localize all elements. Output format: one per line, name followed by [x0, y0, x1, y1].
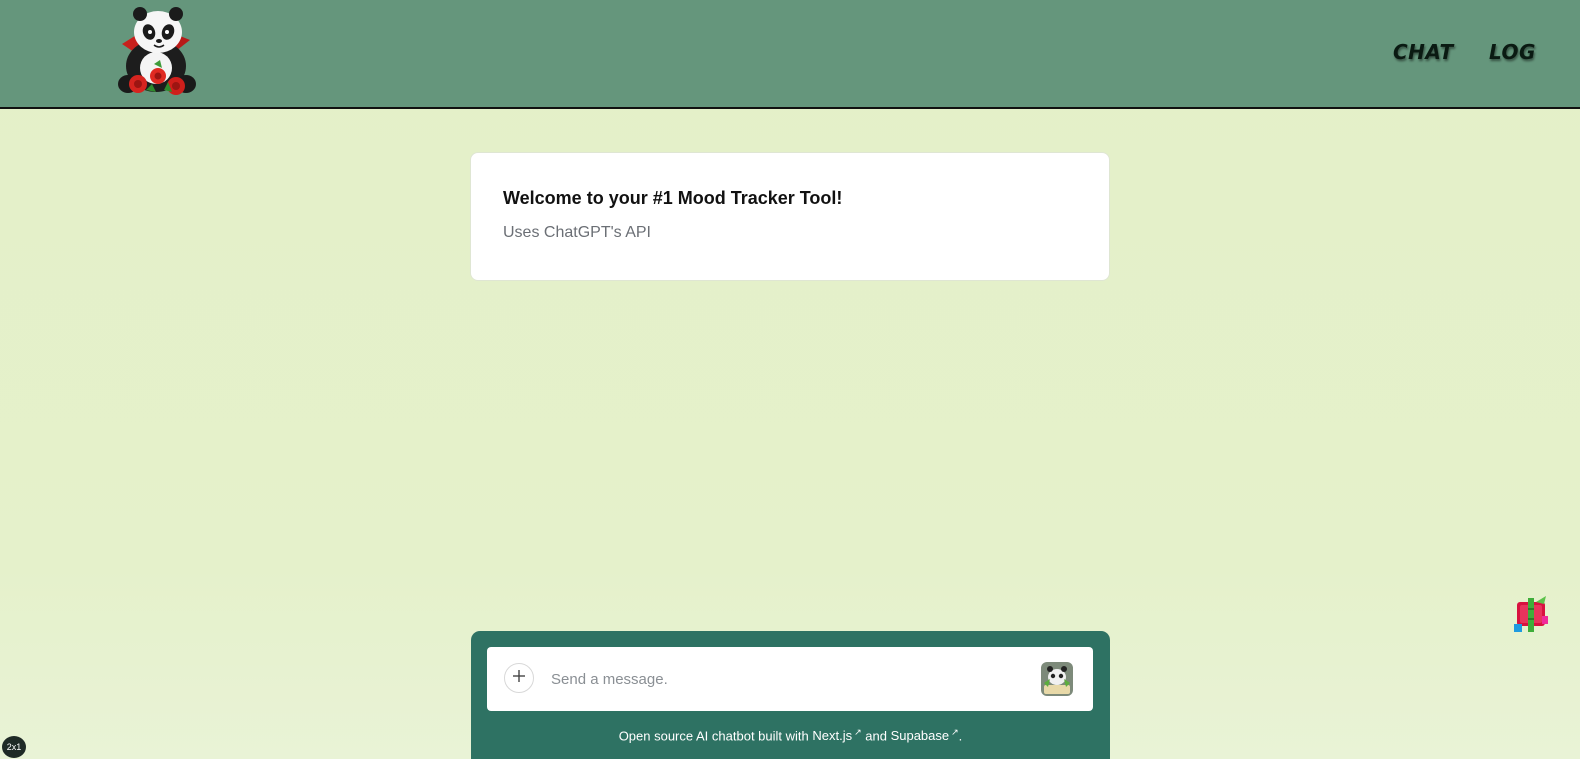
footer-suffix: .: [958, 728, 963, 744]
nav-log-link[interactable]: LOG: [1489, 40, 1536, 64]
welcome-title: Welcome to your #1 Mood Tracker Tool!: [503, 188, 843, 208]
nav-chat-link[interactable]: CHAT: [1393, 40, 1454, 64]
chat-composer-panel: Open source AI chatbot built with Next.j…: [471, 631, 1110, 759]
zoom-badge: 2x1: [2, 736, 26, 758]
top-navigation-bar: CHAT LOG: [0, 0, 1580, 109]
panda-send-icon: [1040, 662, 1074, 701]
footer-prefix: Open source AI chatbot built with: [618, 728, 813, 744]
welcome-subtitle: Uses ChatGPT's API: [503, 224, 651, 241]
plus-icon: [512, 669, 526, 688]
footer-middle: and: [861, 728, 891, 744]
message-input-box: [487, 647, 1093, 711]
message-input[interactable]: [551, 665, 1021, 693]
supabase-link[interactable]: Supabase ↗: [891, 727, 959, 743]
external-link-icon: ↗: [854, 727, 862, 737]
nextjs-link[interactable]: Next.js ↗: [812, 727, 862, 743]
footer-note: Open source AI chatbot built with Next.j…: [471, 727, 1110, 743]
bamboo-gift-icon[interactable]: [1514, 596, 1552, 634]
panda-logo-icon[interactable]: [110, 4, 202, 98]
welcome-card: Welcome to your #1 Mood Tracker Tool! Us…: [470, 152, 1110, 281]
add-attachment-button[interactable]: [504, 663, 534, 693]
send-button[interactable]: [1040, 661, 1074, 697]
external-link-icon: ↗: [951, 727, 959, 737]
